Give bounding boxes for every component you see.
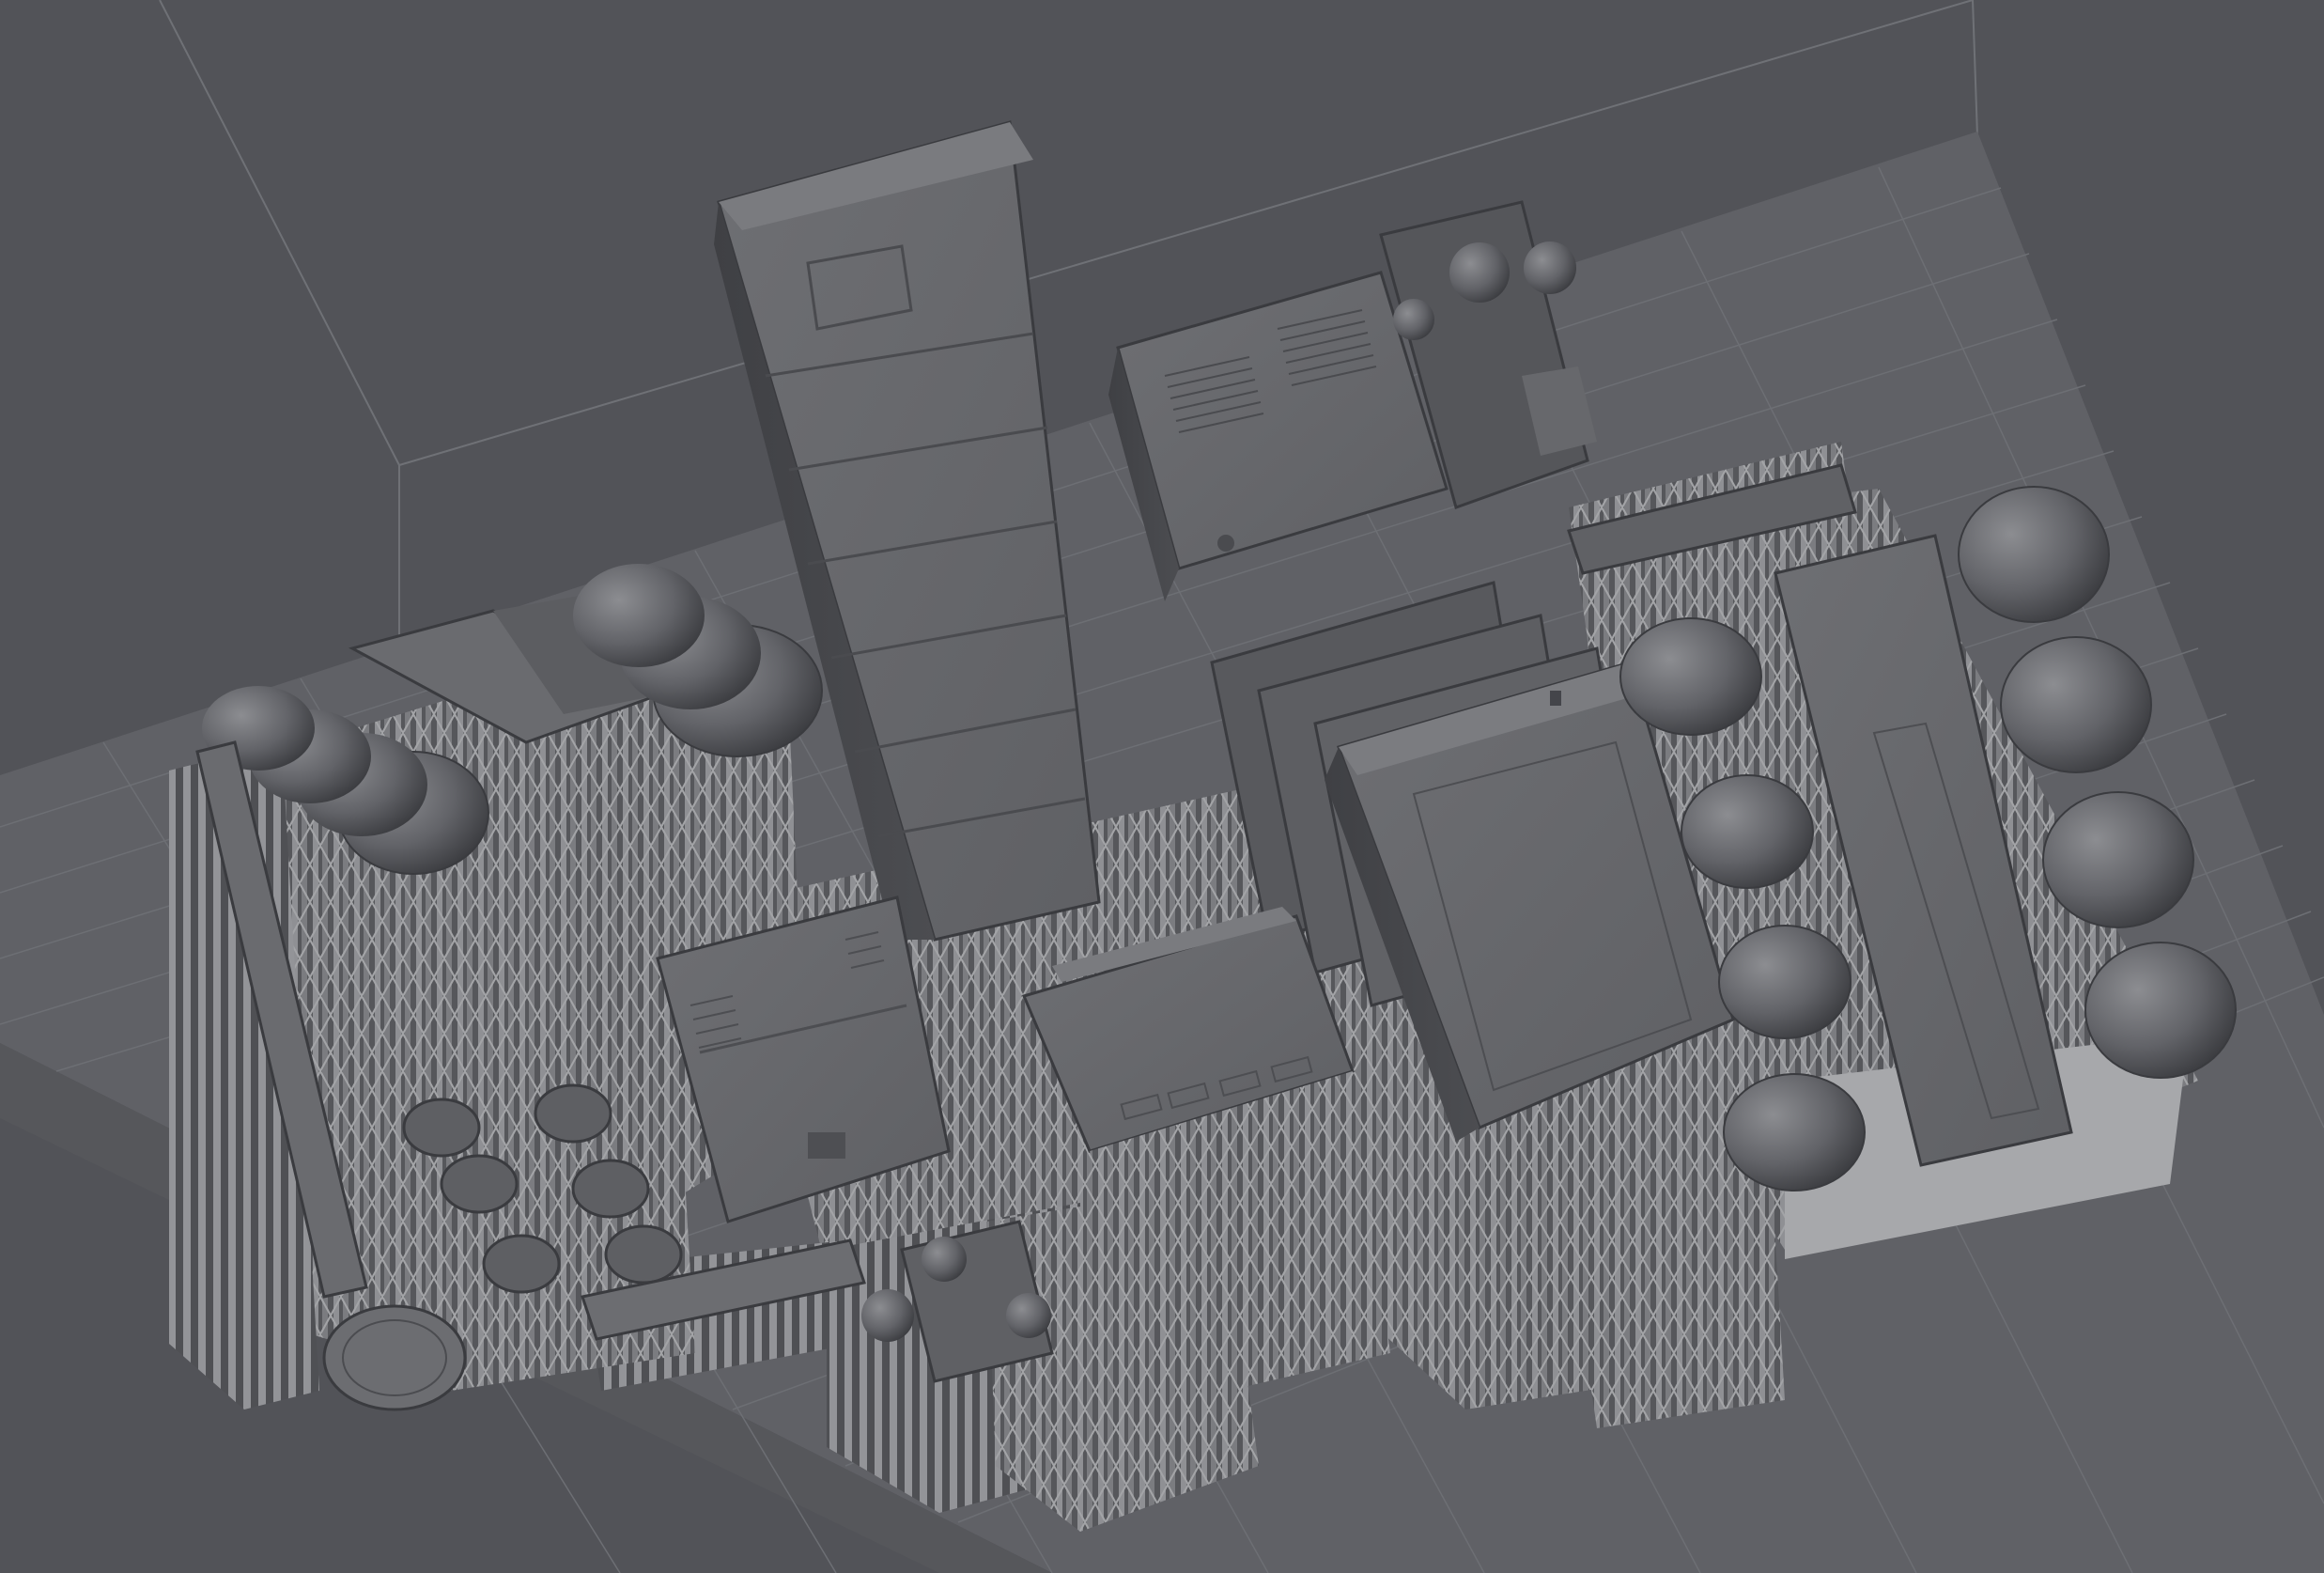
- 3d-viewport[interactable]: [0, 0, 2324, 1573]
- print-scene[interactable]: [0, 0, 2324, 1573]
